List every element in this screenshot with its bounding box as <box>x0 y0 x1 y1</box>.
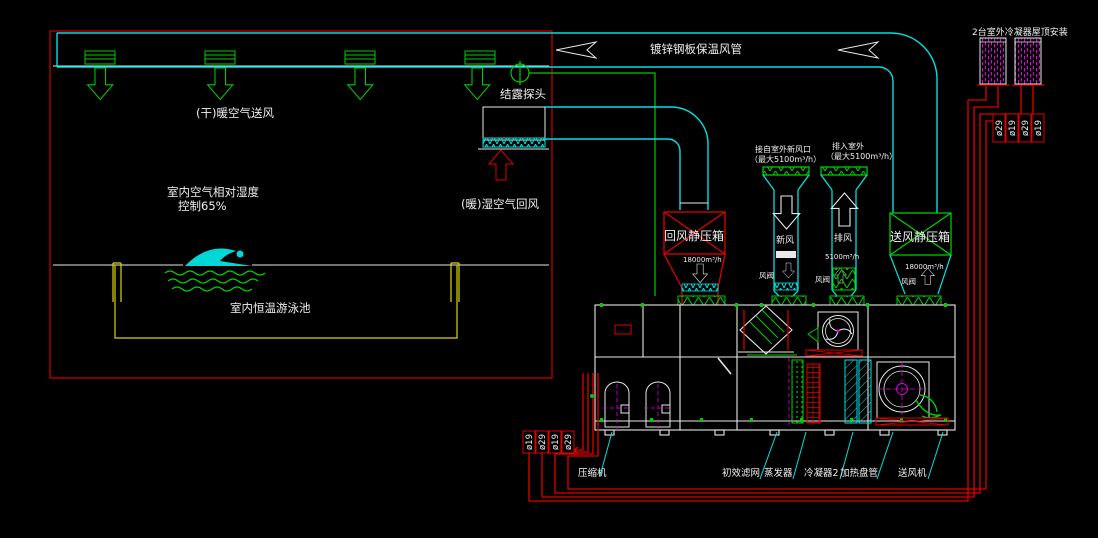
heating-coil <box>859 360 871 423</box>
exhaust-flow-rate: 5100m³/h <box>825 253 859 261</box>
evaporator-coil <box>807 364 820 423</box>
fresh-air-flex <box>775 283 797 290</box>
pipe-size-label: ø29 <box>564 434 574 450</box>
pipe-size-label: ø19 <box>551 434 561 450</box>
condensers-label: 2台室外冷凝器屋顶安装 <box>972 26 1068 38</box>
humidity-label-line1: 室内空气相对湿度 <box>167 185 259 199</box>
supply-plenum-label: 送风静压箱 <box>890 229 950 244</box>
right-pipe-labels: ø29 ø19 ø29 ø19 <box>993 114 1044 142</box>
supply-plenum-valve-label: 风阀 <box>901 277 916 286</box>
component-label-evaporator: 蒸发器 <box>764 467 793 479</box>
component-label-condenser: 冷凝器2 <box>804 467 839 479</box>
pipe-size-label: ø19 <box>525 434 535 450</box>
exhaust-flow-label: 排风 <box>834 232 852 244</box>
fresh-air-title-line2: （最大5100m³/h） <box>750 154 821 164</box>
exhaust-valve-label: 风阀 <box>815 275 830 284</box>
cad-drawing-canvas: 镀锌钢板保温风管 (干)暖空气送风 室内空气相对湿度 控制65% 室内恒温游泳池… <box>0 0 1098 538</box>
component-label-compressor: 压缩机 <box>578 467 607 479</box>
component-label-prefilter: 初效滤网 <box>722 467 760 479</box>
return-plenum-label: 回风静压箱 <box>664 228 724 243</box>
pipe-size-label: ø29 <box>995 120 1005 136</box>
pipe-size-label: ø29 <box>538 434 548 450</box>
return-plenum-flex <box>682 284 718 291</box>
pipe-size-label: ø19 <box>1034 120 1044 136</box>
humidity-label-line2: 控制65% <box>178 199 227 213</box>
pipe-size-label: ø29 <box>1021 120 1031 136</box>
supply-plenum-flow: 18000m³/h <box>905 263 944 271</box>
pipe-size-label: ø19 <box>1008 120 1018 136</box>
exhaust-title-line1: 排入室外 <box>832 141 864 151</box>
filter-strip <box>792 360 803 423</box>
hvac-pool-dehumidification-diagram: 镀锌钢板保温风管 (干)暖空气送风 室内空气相对湿度 控制65% 室内恒温游泳池… <box>0 0 1098 538</box>
left-pipe-labels: ø19 ø29 ø19 ø29 <box>523 431 574 453</box>
return-plenum-flow: 18000m³/h <box>683 256 722 264</box>
main-duct-label: 镀锌钢板保温风管 <box>650 42 742 56</box>
pipe-joint <box>590 394 594 398</box>
condenser-coil <box>845 360 857 423</box>
fresh-air-flow-label: 新风 <box>776 234 794 246</box>
component-label-supply-fan: 送风机 <box>898 467 927 479</box>
fresh-air-valve-label: 风阀 <box>759 271 774 280</box>
probe-label: 结露探头 <box>500 87 546 101</box>
pool-label: 室内恒温游泳池 <box>230 301 311 315</box>
fresh-air-damper <box>776 251 796 258</box>
return-air-label: (暖)湿空气回风 <box>461 197 539 211</box>
fresh-air-title-line1: 接自室外新风口 <box>755 144 811 154</box>
exhaust-damper-box <box>833 268 855 290</box>
component-label-heating-coil: 加热盘管 <box>840 467 878 479</box>
supply-air-label: (干)暖空气送风 <box>196 106 274 120</box>
exhaust-title-line2: （最大5100m³/h） <box>826 151 897 161</box>
